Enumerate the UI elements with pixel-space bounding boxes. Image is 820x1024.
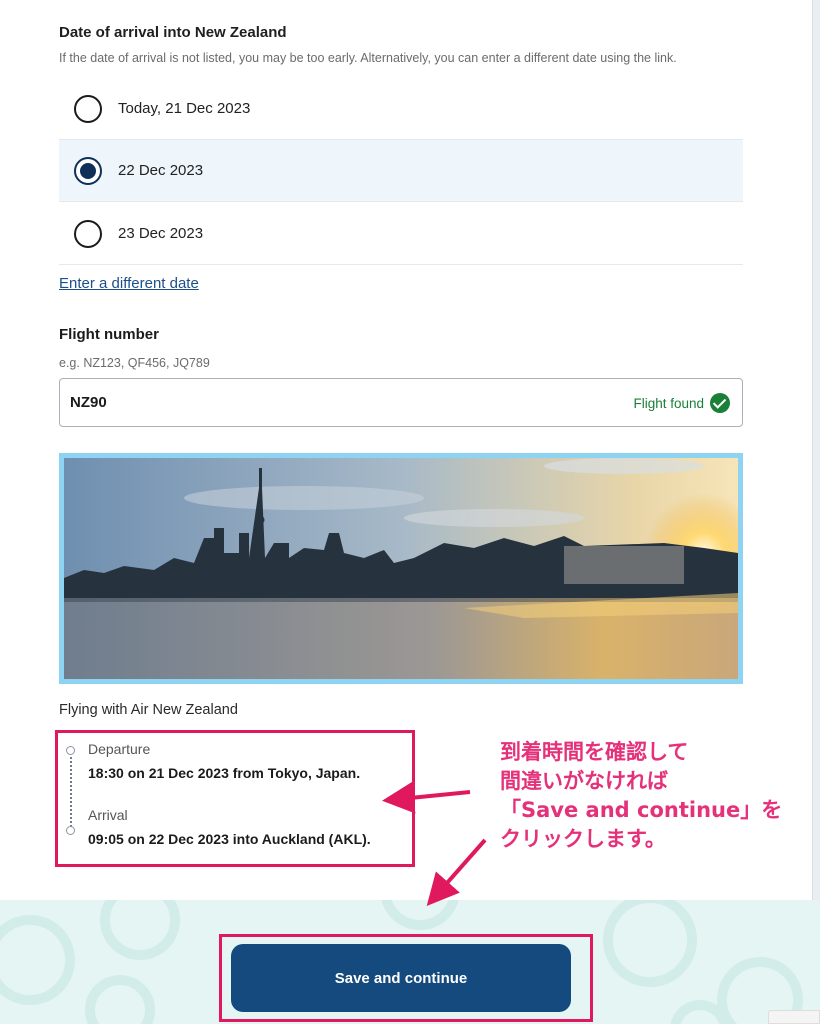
annotation-line: 間違いがなければ bbox=[500, 769, 668, 793]
annotation-line: 「Save and continue」を bbox=[500, 798, 783, 822]
flight-number-input[interactable] bbox=[70, 379, 590, 426]
departure-title: Departure bbox=[88, 741, 151, 757]
arrival-title: Arrival bbox=[88, 807, 128, 823]
enter-different-date-link[interactable]: Enter a different date bbox=[59, 275, 199, 292]
arrival-option-23-dec[interactable]: 23 Dec 2023 bbox=[59, 203, 743, 265]
annotation-line: 到着時間を確認して bbox=[500, 740, 689, 764]
airline-text: Flying with Air New Zealand bbox=[59, 702, 238, 718]
save-and-continue-button[interactable]: Save and continue bbox=[231, 944, 571, 1012]
radio-button-icon[interactable] bbox=[74, 94, 102, 123]
arrival-option-label: Today, 21 Dec 2023 bbox=[118, 100, 251, 117]
radio-button-icon[interactable] bbox=[74, 219, 102, 248]
departure-value: 18:30 on 21 Dec 2023 from Tokyo, Japan. bbox=[88, 765, 361, 781]
form-card: Date of arrival into New Zealand If the … bbox=[0, 0, 812, 900]
flight-number-hint: e.g. NZ123, QF456, JQ789 bbox=[59, 356, 210, 370]
flight-found-text: Flight found bbox=[633, 395, 704, 411]
flight-number-field[interactable]: Flight found bbox=[59, 378, 743, 427]
recaptcha-badge bbox=[768, 1010, 820, 1024]
instruction-annotation: 到着時間を確認して 間違いがなければ 「Save and continue」を … bbox=[500, 738, 800, 854]
arrival-date-hint: If the date of arrival is not listed, yo… bbox=[59, 51, 677, 65]
timeline-dot-icon bbox=[66, 746, 75, 755]
itinerary-box: Departure 18:30 on 21 Dec 2023 from Toky… bbox=[55, 730, 415, 867]
timeline-connector bbox=[70, 757, 72, 827]
arrival-option-label: 22 Dec 2023 bbox=[118, 162, 204, 179]
arrival-option-label: 23 Dec 2023 bbox=[118, 225, 204, 242]
radio-button-selected-icon[interactable] bbox=[74, 156, 102, 185]
skyline-illustration bbox=[64, 458, 738, 679]
page-edge bbox=[812, 0, 820, 900]
arrival-option-22-dec[interactable]: 22 Dec 2023 bbox=[59, 140, 743, 202]
auckland-skyline-image bbox=[59, 453, 743, 684]
timeline-dot-icon bbox=[66, 826, 75, 835]
annotation-line: クリックします。 bbox=[500, 827, 666, 851]
arrival-date-heading: Date of arrival into New Zealand bbox=[59, 24, 287, 41]
check-circle-icon bbox=[710, 393, 730, 413]
arrival-value: 09:05 on 22 Dec 2023 into Auckland (AKL)… bbox=[88, 831, 371, 847]
arrival-option-21-dec[interactable]: Today, 21 Dec 2023 bbox=[59, 78, 743, 140]
flight-number-label: Flight number bbox=[59, 326, 159, 343]
flight-found-status: Flight found bbox=[633, 393, 730, 413]
